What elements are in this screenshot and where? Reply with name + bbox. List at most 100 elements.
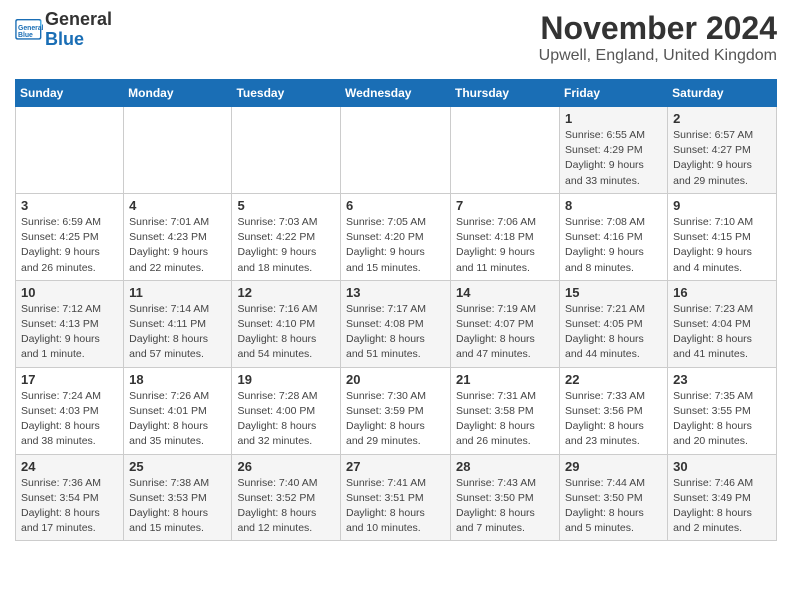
- logo-general: General: [45, 10, 112, 30]
- day-number: 28: [456, 459, 554, 474]
- day-cell: 25 Sunrise: 7:38 AM Sunset: 3:53 PM Dayli…: [124, 454, 232, 541]
- svg-text:Blue: Blue: [18, 32, 33, 39]
- day-info: Sunrise: 7:03 AM Sunset: 4:22 PM Dayligh…: [237, 215, 335, 276]
- day-cell: [232, 107, 341, 194]
- day-info: Sunrise: 6:57 AM Sunset: 4:27 PM Dayligh…: [673, 128, 771, 189]
- day-info: Sunrise: 7:05 AM Sunset: 4:20 PM Dayligh…: [346, 215, 445, 276]
- day-info: Sunrise: 7:44 AM Sunset: 3:50 PM Dayligh…: [565, 476, 662, 537]
- header-saturday: Saturday: [668, 80, 777, 107]
- day-cell: 8Sunrise: 7:08 AM Sunset: 4:16 PM Daylig…: [560, 193, 668, 280]
- day-cell: 18 Sunrise: 7:26 AM Sunset: 4:01 PM Dayli…: [124, 367, 232, 454]
- month-title: November 2024: [539, 10, 777, 47]
- day-info: Sunrise: 7:01 AM Sunset: 4:23 PM Dayligh…: [129, 215, 226, 276]
- day-info: Sunrise: 6:55 AM Sunset: 4:29 PM Dayligh…: [565, 128, 662, 189]
- day-cell: 14Sunrise: 7:19 AM Sunset: 4:07 PM Dayli…: [451, 280, 560, 367]
- day-cell: 4Sunrise: 7:01 AM Sunset: 4:23 PM Daylig…: [124, 193, 232, 280]
- logo: General Blue General Blue: [15, 10, 112, 50]
- day-info: Sunrise: 7:30 AM Sunset: 3:59 PM Dayligh…: [346, 389, 445, 450]
- day-number: 22: [565, 372, 662, 387]
- day-info: Sunrise: 7:23 AM Sunset: 4:04 PM Dayligh…: [673, 302, 771, 363]
- day-cell: 21Sunrise: 7:31 AM Sunset: 3:58 PM Dayli…: [451, 367, 560, 454]
- day-cell: 20 Sunrise: 7:30 AM Sunset: 3:59 PM Dayli…: [341, 367, 451, 454]
- day-info: Sunrise: 7:12 AM Sunset: 4:13 PM Dayligh…: [21, 302, 118, 363]
- day-info: Sunrise: 7:43 AM Sunset: 3:50 PM Dayligh…: [456, 476, 554, 537]
- week-row-3: 17 Sunrise: 7:24 AM Sunset: 4:03 PM Dayli…: [16, 367, 777, 454]
- day-cell: [124, 107, 232, 194]
- day-number: 12: [237, 285, 335, 300]
- day-cell: 24 Sunrise: 7:36 AM Sunset: 3:54 PM Dayli…: [16, 454, 124, 541]
- day-cell: 16 Sunrise: 7:23 AM Sunset: 4:04 PM Dayli…: [668, 280, 777, 367]
- day-number: 17: [21, 372, 118, 387]
- day-info: Sunrise: 7:33 AM Sunset: 3:56 PM Dayligh…: [565, 389, 662, 450]
- day-cell: 27 Sunrise: 7:41 AM Sunset: 3:51 PM Dayli…: [341, 454, 451, 541]
- day-number: 27: [346, 459, 445, 474]
- day-info: Sunrise: 7:26 AM Sunset: 4:01 PM Dayligh…: [129, 389, 226, 450]
- day-number: 14: [456, 285, 554, 300]
- day-info: Sunrise: 7:28 AM Sunset: 4:00 PM Dayligh…: [237, 389, 335, 450]
- day-cell: 29 Sunrise: 7:44 AM Sunset: 3:50 PM Dayli…: [560, 454, 668, 541]
- day-number: 29: [565, 459, 662, 474]
- header-sunday: Sunday: [16, 80, 124, 107]
- day-number: 2: [673, 111, 771, 126]
- day-info: Sunrise: 6:59 AM Sunset: 4:25 PM Dayligh…: [21, 215, 118, 276]
- header-thursday: Thursday: [451, 80, 560, 107]
- day-info: Sunrise: 7:46 AM Sunset: 3:49 PM Dayligh…: [673, 476, 771, 537]
- location: Upwell, England, United Kingdom: [539, 47, 777, 65]
- day-cell: 15 Sunrise: 7:21 AM Sunset: 4:05 PM Dayli…: [560, 280, 668, 367]
- day-info: Sunrise: 7:38 AM Sunset: 3:53 PM Dayligh…: [129, 476, 226, 537]
- day-number: 3: [21, 198, 118, 213]
- day-cell: 17 Sunrise: 7:24 AM Sunset: 4:03 PM Dayli…: [16, 367, 124, 454]
- day-number: 26: [237, 459, 335, 474]
- day-info: Sunrise: 7:21 AM Sunset: 4:05 PM Dayligh…: [565, 302, 662, 363]
- day-cell: 13Sunrise: 7:17 AM Sunset: 4:08 PM Dayli…: [341, 280, 451, 367]
- day-cell: 1 Sunrise: 6:55 AM Sunset: 4:29 PM Daylig…: [560, 107, 668, 194]
- day-cell: 12 Sunrise: 7:16 AM Sunset: 4:10 PM Dayli…: [232, 280, 341, 367]
- calendar-table: SundayMondayTuesdayWednesdayThursdayFrid…: [15, 79, 777, 541]
- day-cell: 9Sunrise: 7:10 AM Sunset: 4:15 PM Daylig…: [668, 193, 777, 280]
- day-cell: 19 Sunrise: 7:28 AM Sunset: 4:00 PM Dayli…: [232, 367, 341, 454]
- day-cell: 28 Sunrise: 7:43 AM Sunset: 3:50 PM Dayli…: [451, 454, 560, 541]
- day-number: 18: [129, 372, 226, 387]
- day-cell: [16, 107, 124, 194]
- day-cell: 3 Sunrise: 6:59 AM Sunset: 4:25 PM Daylig…: [16, 193, 124, 280]
- day-cell: 7Sunrise: 7:06 AM Sunset: 4:18 PM Daylig…: [451, 193, 560, 280]
- svg-text:General: General: [18, 25, 43, 32]
- day-info: Sunrise: 7:10 AM Sunset: 4:15 PM Dayligh…: [673, 215, 771, 276]
- day-number: 8: [565, 198, 662, 213]
- day-cell: [451, 107, 560, 194]
- week-row-2: 10Sunrise: 7:12 AM Sunset: 4:13 PM Dayli…: [16, 280, 777, 367]
- day-number: 5: [237, 198, 335, 213]
- title-section: November 2024 Upwell, England, United Ki…: [539, 10, 777, 65]
- day-info: Sunrise: 7:41 AM Sunset: 3:51 PM Dayligh…: [346, 476, 445, 537]
- day-info: Sunrise: 7:24 AM Sunset: 4:03 PM Dayligh…: [21, 389, 118, 450]
- day-number: 23: [673, 372, 771, 387]
- day-info: Sunrise: 7:40 AM Sunset: 3:52 PM Dayligh…: [237, 476, 335, 537]
- day-number: 24: [21, 459, 118, 474]
- day-cell: [341, 107, 451, 194]
- day-number: 20: [346, 372, 445, 387]
- day-info: Sunrise: 7:36 AM Sunset: 3:54 PM Dayligh…: [21, 476, 118, 537]
- day-number: 16: [673, 285, 771, 300]
- day-number: 11: [129, 285, 226, 300]
- day-info: Sunrise: 7:06 AM Sunset: 4:18 PM Dayligh…: [456, 215, 554, 276]
- day-info: Sunrise: 7:16 AM Sunset: 4:10 PM Dayligh…: [237, 302, 335, 363]
- day-cell: 2 Sunrise: 6:57 AM Sunset: 4:27 PM Daylig…: [668, 107, 777, 194]
- week-row-4: 24 Sunrise: 7:36 AM Sunset: 3:54 PM Dayli…: [16, 454, 777, 541]
- day-number: 19: [237, 372, 335, 387]
- day-number: 1: [565, 111, 662, 126]
- calendar-header: SundayMondayTuesdayWednesdayThursdayFrid…: [16, 80, 777, 107]
- day-info: Sunrise: 7:14 AM Sunset: 4:11 PM Dayligh…: [129, 302, 226, 363]
- day-cell: 10Sunrise: 7:12 AM Sunset: 4:13 PM Dayli…: [16, 280, 124, 367]
- week-row-0: 1 Sunrise: 6:55 AM Sunset: 4:29 PM Daylig…: [16, 107, 777, 194]
- header-monday: Monday: [124, 80, 232, 107]
- day-number: 25: [129, 459, 226, 474]
- day-cell: 6Sunrise: 7:05 AM Sunset: 4:20 PM Daylig…: [341, 193, 451, 280]
- day-cell: 26 Sunrise: 7:40 AM Sunset: 3:52 PM Dayli…: [232, 454, 341, 541]
- header-friday: Friday: [560, 80, 668, 107]
- day-cell: 22 Sunrise: 7:33 AM Sunset: 3:56 PM Dayli…: [560, 367, 668, 454]
- logo-blue: Blue: [45, 30, 112, 50]
- day-info: Sunrise: 7:35 AM Sunset: 3:55 PM Dayligh…: [673, 389, 771, 450]
- day-number: 15: [565, 285, 662, 300]
- day-number: 13: [346, 285, 445, 300]
- day-cell: 11 Sunrise: 7:14 AM Sunset: 4:11 PM Dayli…: [124, 280, 232, 367]
